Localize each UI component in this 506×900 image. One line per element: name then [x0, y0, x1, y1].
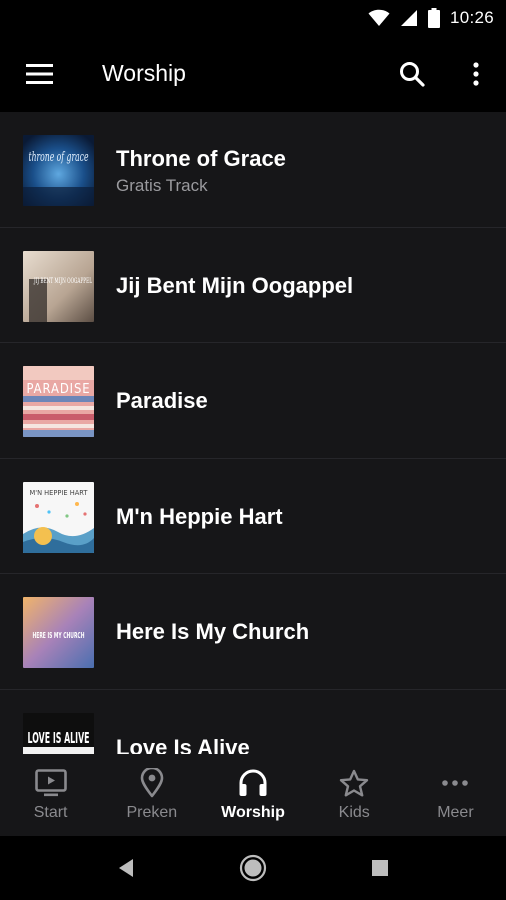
album-art-mn-heppie-hart: M'N HEPPIE HART: [23, 481, 94, 553]
nav-item-start[interactable]: Start: [0, 754, 101, 836]
art-text: M'N HEPPIE HART: [30, 489, 89, 497]
track-row-here-is-my-church[interactable]: HERE IS MY CHURCH Here Is My Church: [0, 574, 506, 690]
system-home-button[interactable]: [235, 850, 271, 886]
nav-item-worship[interactable]: Worship: [202, 754, 303, 836]
nav-label: Meer: [437, 804, 474, 821]
battery-icon: [427, 8, 440, 28]
album-art-paradise: PARADISE: [23, 366, 94, 437]
track-row-love-is-alive[interactable]: LOVE IS ALIVE Love Is Alive: [0, 690, 506, 755]
art-text: PARADISE: [27, 382, 91, 397]
nav-item-meer[interactable]: Meer: [405, 754, 506, 836]
hamburger-menu-icon: [26, 64, 53, 84]
tv-icon: [34, 769, 67, 797]
track-row-mn-heppie-hart[interactable]: M'N HEPPIE HART M'n Heppie Hart: [0, 459, 506, 574]
nav-label: Kids: [338, 804, 370, 821]
status-bar: 10:26: [0, 0, 506, 36]
track-title: Here Is My Church: [116, 619, 310, 644]
art-text: HERE IS MY CHURCH: [33, 631, 85, 640]
page-title: Worship: [102, 60, 186, 86]
track-row-paradise[interactable]: PARADISE Paradise: [0, 343, 506, 459]
track-title: Love Is Alive: [116, 734, 250, 755]
nav-label: Preken: [126, 804, 178, 821]
star-icon: [340, 769, 369, 797]
nav-item-kids[interactable]: Kids: [304, 754, 405, 836]
search-button[interactable]: [390, 56, 434, 92]
menu-button[interactable]: [16, 56, 64, 92]
recents-square-icon: [372, 860, 388, 876]
track-row-jij-bent-mijn-oogappel[interactable]: JIJ BENT MIJN OOGAPPEL Jij Bent Mijn Oog…: [0, 228, 506, 343]
status-time: 10:26: [449, 8, 494, 27]
system-back-button[interactable]: [108, 850, 144, 886]
track-title: Paradise: [116, 388, 208, 413]
more-horizontal-icon: [442, 780, 469, 786]
track-subtitle: Gratis Track: [116, 176, 208, 195]
system-navigation-bar: [0, 836, 506, 900]
app-bar: Worship: [0, 36, 506, 112]
track-title: Jij Bent Mijn Oogappel: [116, 272, 354, 298]
more-vertical-icon: [473, 62, 479, 86]
album-art-love-is-alive: LOVE IS ALIVE: [23, 712, 94, 754]
wifi-icon: [368, 9, 390, 26]
system-recents-button[interactable]: [362, 850, 398, 886]
nav-label: Start: [33, 804, 68, 821]
album-art-throne-of-grace: throne of grace: [23, 135, 94, 206]
signal-icon: [400, 10, 417, 26]
back-triangle-icon: [119, 859, 133, 877]
nav-label: Worship: [221, 804, 285, 821]
album-art-here-is-my-church: HERE IS MY CHURCH: [23, 597, 94, 668]
album-art-jij-bent-mijn-oogappel: JIJ BENT MIJN OOGAPPEL: [23, 250, 94, 322]
track-title: M'n Heppie Hart: [116, 503, 283, 529]
home-circle-icon: [239, 854, 267, 882]
bottom-navigation: Start Preken Worship Kids Meer: [0, 754, 506, 836]
track-row-throne-of-grace[interactable]: throne of grace Throne of Grace Gratis T…: [0, 112, 506, 228]
search-icon: [400, 62, 425, 87]
track-list: throne of grace Throne of Grace Gratis T…: [0, 112, 506, 754]
overflow-menu-button[interactable]: [456, 56, 496, 92]
headphones-icon: [239, 769, 267, 796]
art-text: throne of grace: [29, 150, 89, 165]
art-text: LOVE IS ALIVE: [28, 729, 90, 747]
art-text: JIJ BENT MIJN OOGAPPEL: [33, 277, 92, 285]
status-icons: 10:26: [368, 6, 494, 30]
track-title: Throne of Grace: [116, 146, 286, 171]
location-pin-icon: [140, 768, 164, 798]
nav-item-preken[interactable]: Preken: [101, 754, 202, 836]
